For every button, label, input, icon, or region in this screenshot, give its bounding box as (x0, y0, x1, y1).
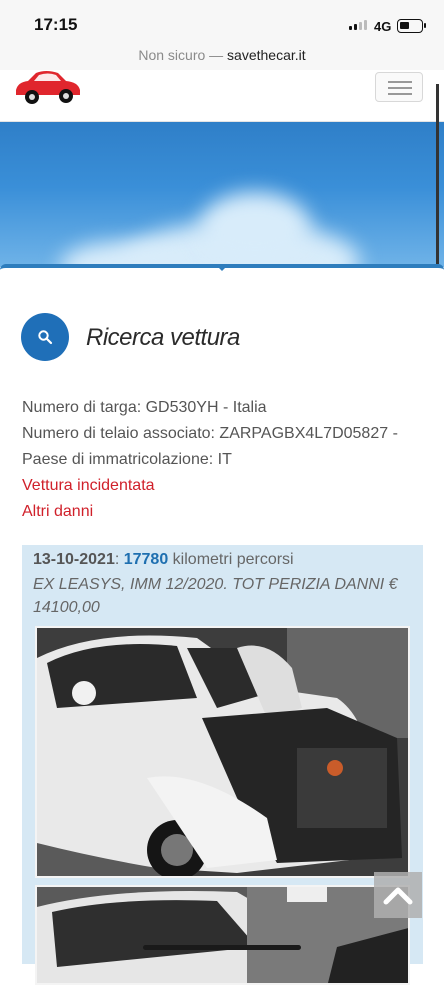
signal-icon (349, 20, 367, 30)
home-indicator[interactable] (143, 945, 301, 950)
scroll-top-button[interactable] (374, 872, 422, 918)
status-time: 17:15 (34, 15, 78, 34)
history-entry: 13-10-2021: 17780 kilometri percorsi EX … (22, 545, 423, 985)
search-result-card: Ricerca vettura Numero di targa: GD530YH… (0, 264, 444, 985)
chevron-up-icon (383, 887, 413, 905)
entry-date: 13-10-2021 (33, 551, 115, 568)
search-icon (38, 330, 53, 345)
entry-km: 17780 (123, 551, 169, 568)
hero-banner (0, 122, 444, 267)
address-bar[interactable]: Non sicuro — savethecar.it (0, 40, 444, 70)
status-accident: Vettura incidentata (22, 477, 155, 494)
damaged-car-photo[interactable] (35, 626, 410, 878)
vin-number: Numero di telaio associato: ZARPAGBX4L7D… (22, 425, 398, 442)
registration-country: Paese di immatricolazione: IT (22, 451, 232, 468)
entry-description: EX LEASYS, IMM 12/2020. TOT PERIZIA DANN… (33, 576, 398, 616)
red-car-logo-icon[interactable] (12, 70, 84, 111)
site-header (0, 70, 444, 122)
card-notch (215, 264, 229, 271)
vehicle-info: Numero di targa: GD530YH - Italia Numero… (22, 395, 432, 525)
battery-icon (397, 19, 426, 33)
car-photo[interactable] (35, 885, 410, 985)
search-button[interactable] (21, 313, 69, 361)
status-bar: 17:15 4G (0, 0, 444, 40)
entry-header: 13-10-2021: 17780 kilometri percorsi (33, 549, 294, 571)
network-type: 4G (374, 19, 392, 34)
page-title: Ricerca vettura (86, 324, 240, 351)
entry-km-suffix: kilometri percorsi (168, 551, 294, 568)
security-label: Non sicuro (138, 47, 206, 63)
entry-date-sep: : (114, 551, 124, 568)
url-host: savethecar.it (227, 47, 306, 63)
scroll-indicator (436, 84, 439, 264)
url-separator: — (205, 47, 228, 63)
plate-number: Numero di targa: GD530YH - Italia (22, 399, 267, 416)
hamburger-icon[interactable] (375, 72, 423, 102)
status-other-damage: Altri danni (22, 503, 94, 520)
